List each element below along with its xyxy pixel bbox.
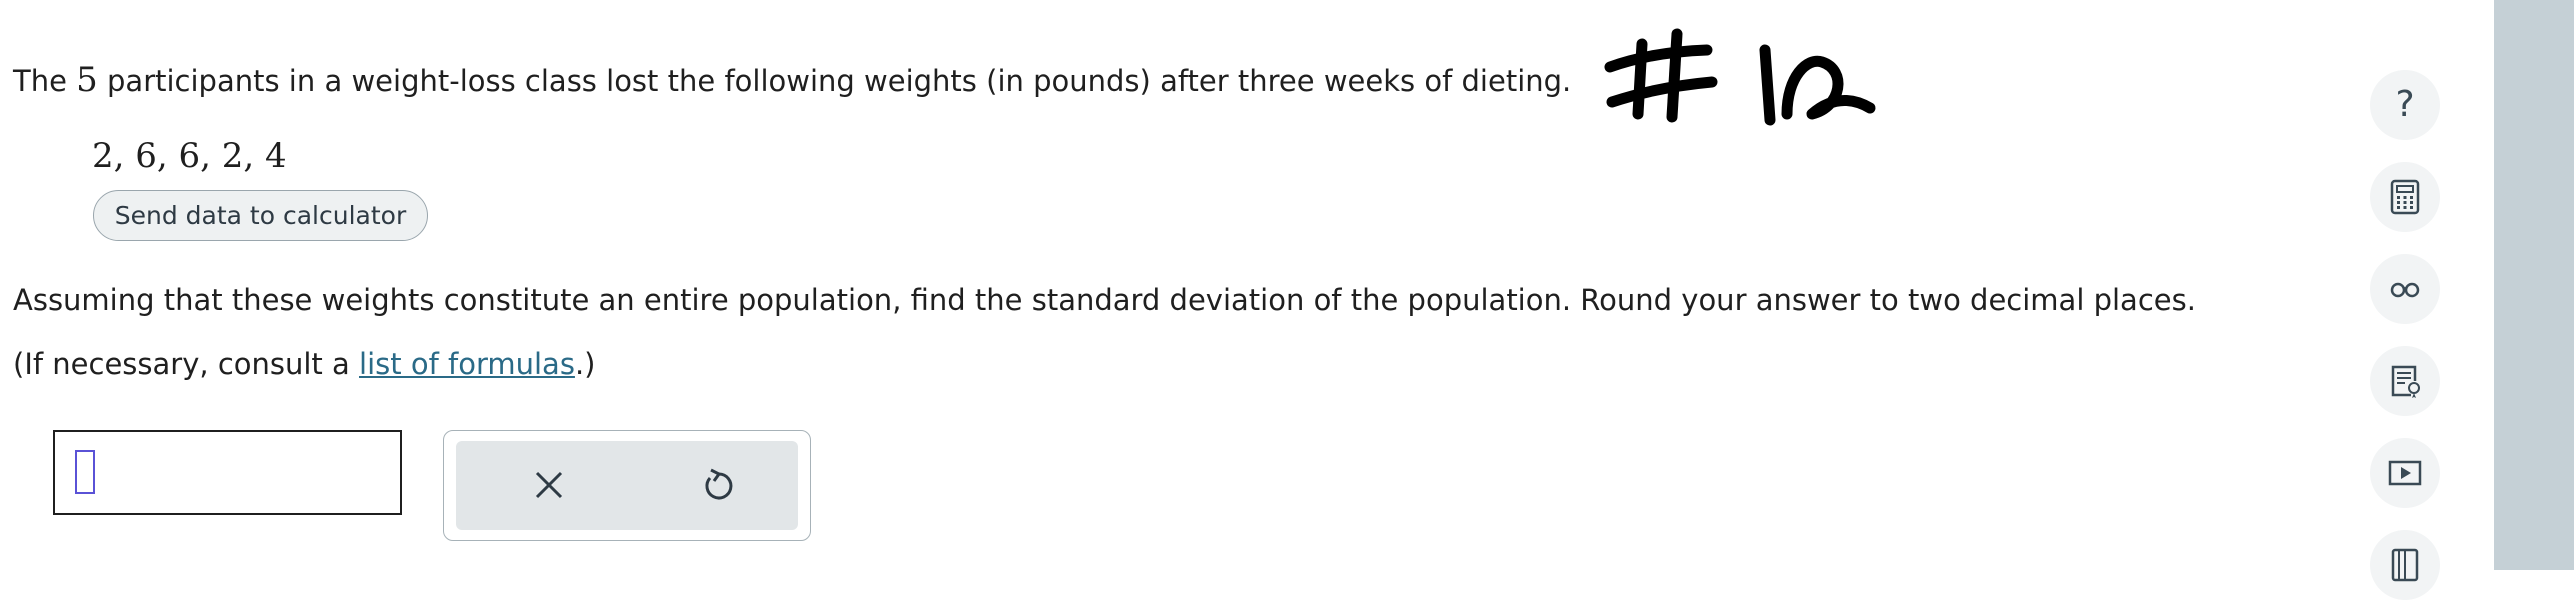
close-icon[interactable] — [529, 465, 569, 505]
help-icon[interactable]: ? — [2370, 70, 2440, 140]
book-icon[interactable] — [2370, 530, 2440, 600]
consult-after: .) — [574, 347, 596, 381]
question-area: The 5 participants in a weight-loss clas… — [0, 0, 2300, 570]
question-intro: The 5 participants in a weight-loss clas… — [13, 58, 1571, 103]
checklist-icon[interactable] — [2370, 346, 2440, 416]
data-values: 2, 6, 6, 2, 4 — [92, 136, 287, 176]
consult-before: (If necessary, consult a — [13, 347, 350, 381]
answer-tools-bar — [456, 441, 798, 530]
formulas-link[interactable]: list of formulas — [359, 347, 575, 381]
calculator-icon[interactable] — [2370, 162, 2440, 232]
send-data-button[interactable]: Send data to calculator — [93, 190, 428, 241]
intro-before: The — [13, 64, 67, 98]
handwritten-note — [1604, 28, 1876, 126]
video-icon[interactable] — [2370, 438, 2440, 508]
consult-line: (If necessary, consult a list of formula… — [13, 342, 595, 386]
undo-icon[interactable] — [697, 465, 737, 505]
cursor-placeholder — [75, 450, 95, 494]
right-side-panel — [2494, 0, 2574, 570]
participant-count: 5 — [76, 60, 98, 100]
intro-after: participants in a weight-loss class lost… — [107, 64, 1572, 98]
question-instruction: Assuming that these weights constitute a… — [13, 283, 2196, 317]
glasses-icon[interactable] — [2370, 254, 2440, 324]
tool-sidebar: ? — [2370, 0, 2440, 600]
answer-input[interactable] — [53, 430, 402, 515]
answer-tools-panel — [443, 430, 811, 541]
